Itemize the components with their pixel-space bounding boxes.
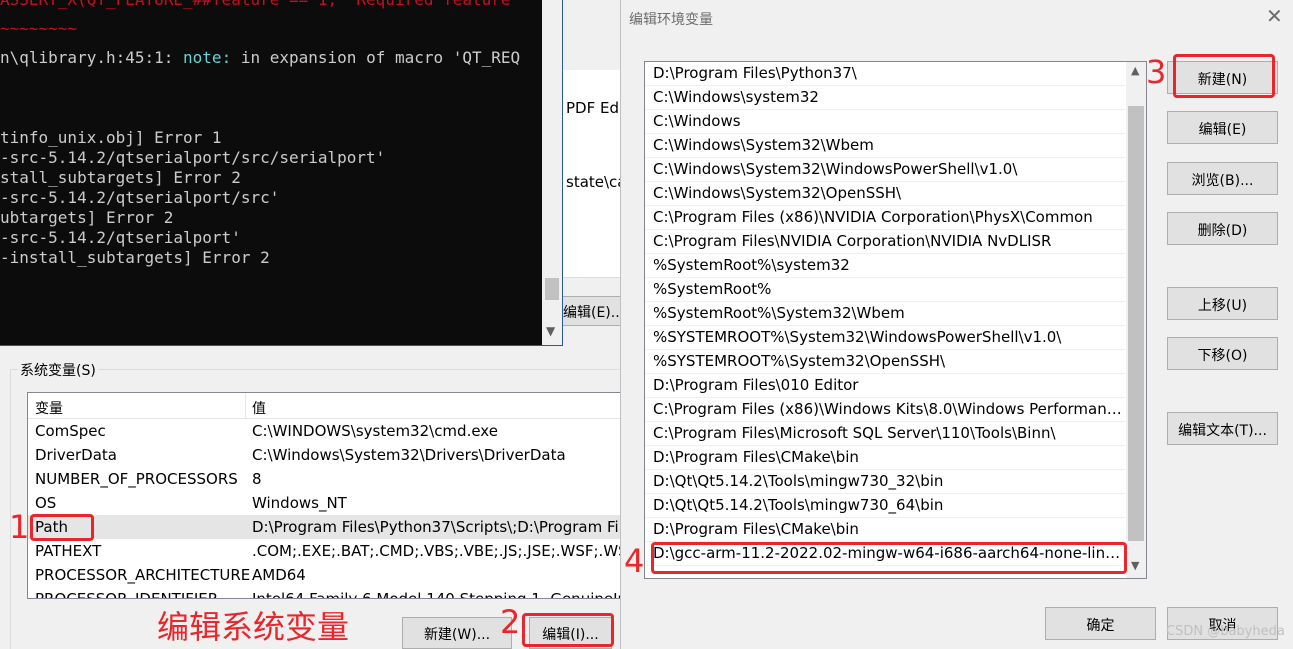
scroll-down-icon[interactable]: ▼ xyxy=(546,324,555,338)
variable-value: Intel64 Family 6 Model 140 Stepping 1, G… xyxy=(252,590,624,599)
list-item[interactable]: C:\Program Files (x86)\Windows Kits\8.0\… xyxy=(645,398,1126,422)
list-item[interactable]: C:\Windows xyxy=(645,110,1126,134)
move-down-button[interactable]: 下移(O) xyxy=(1167,337,1278,370)
list-item[interactable]: C:\Windows\System32\Wbem xyxy=(645,134,1126,158)
variable-value: C:\Windows\System32\Drivers\DriverData xyxy=(252,446,566,464)
list-item[interactable]: C:\Windows\System32\WindowsPowerShell\v1… xyxy=(645,158,1126,182)
list-item[interactable]: D:\Program Files\Python37\ xyxy=(645,62,1126,86)
console-line: -src-5.14.2/qtserialport/src/serialport' xyxy=(0,148,386,167)
chevron-up-icon[interactable]: ▲ xyxy=(1131,64,1139,77)
variable-value: AMD64 xyxy=(252,566,306,584)
variable-name: ComSpec xyxy=(35,422,106,440)
list-item[interactable]: %SYSTEMROOT%\System32\OpenSSH\ xyxy=(645,350,1126,374)
edit-text-button[interactable]: 编辑文本(T)... xyxy=(1167,412,1278,445)
console-line: -install_subtargets] Error 2 xyxy=(0,248,270,267)
list-item[interactable]: D:\Program Files\CMake\bin xyxy=(645,446,1126,470)
table-row[interactable]: DriverData C:\Windows\System32\Drivers\D… xyxy=(28,443,623,467)
variable-value: D:\Program Files\Python37\Scripts\;D:\Pr… xyxy=(252,518,624,536)
variable-value: .COM;.EXE;.BAT;.CMD;.VBS;.VBE;.JS;.JSE;.… xyxy=(252,542,624,560)
close-icon[interactable]: ✕ xyxy=(1266,4,1283,28)
highlight-edit-button xyxy=(522,613,614,647)
variable-name: OS xyxy=(35,494,57,512)
console-window: ASSERT_X(QT_FEATURE_##feature == 1, "Req… xyxy=(0,0,563,346)
console-line: -src-5.14.2/qtserialport' xyxy=(0,228,241,247)
browse-button[interactable]: 浏览(B)... xyxy=(1167,162,1278,195)
list-item[interactable]: %SYSTEMROOT%\System32\WindowsPowerShell\… xyxy=(645,326,1126,350)
table-header: 变量 值 xyxy=(28,393,623,419)
scroll-thumb[interactable] xyxy=(1128,106,1144,541)
step-number-3: 3 xyxy=(1146,53,1167,91)
list-item[interactable]: D:\Qt\Qt5.14.2\Tools\mingw730_64\bin xyxy=(645,494,1126,518)
system-variables-label: 系统变量(S) xyxy=(18,360,98,380)
highlight-new-button xyxy=(1173,54,1275,98)
list-item[interactable]: %SystemRoot%\System32\Wbem xyxy=(645,302,1126,326)
annotation-caption: 编辑系统变量 xyxy=(157,608,350,646)
new-system-var-button[interactable]: 新建(W)... xyxy=(402,617,512,649)
list-item[interactable]: C:\Windows\System32\OpenSSH\ xyxy=(645,182,1126,206)
step-number-4: 4 xyxy=(624,542,645,580)
fragment-text: PDF Ed xyxy=(566,99,619,117)
list-item[interactable]: C:\Program Files\Microsoft SQL Server\11… xyxy=(645,422,1126,446)
path-entries-list[interactable]: D:\Program Files\Python37\ C:\Windows\sy… xyxy=(644,61,1147,579)
column-header-value[interactable]: 值 xyxy=(252,398,266,418)
list-item[interactable]: C:\Program Files\NVIDIA Corporation\NVID… xyxy=(645,230,1126,254)
step-number-2: 2 xyxy=(500,603,521,641)
console-line: ASSERT_X(QT_FEATURE_##feature == 1, "Req… xyxy=(0,0,511,9)
dialog-title: 编辑环境变量 xyxy=(629,12,713,28)
table-row[interactable]: NUMBER_OF_PROCESSORS 8 xyxy=(28,467,623,491)
system-variables-table[interactable]: 变量 值 ComSpec C:\WINDOWS\system32\cmd.exe… xyxy=(27,392,624,599)
console-line: ~~~~~~~~ xyxy=(0,19,78,38)
list-item[interactable]: D:\Qt\Qt5.14.2\Tools\mingw730_32\bin xyxy=(645,470,1126,494)
chevron-down-icon[interactable]: ▼ xyxy=(1131,559,1139,572)
list-item[interactable]: D:\Program Files\010 Editor xyxy=(645,374,1126,398)
table-row[interactable]: PATHEXT .COM;.EXE;.BAT;.CMD;.VBS;.VBE;.J… xyxy=(28,539,623,563)
console-line: ubtargets] Error 2 xyxy=(0,208,174,227)
list-item[interactable]: C:\Program Files (x86)\NVIDIA Corporatio… xyxy=(645,206,1126,230)
console-line-note: n\qlibrary.h:45:1: note: in expansion of… xyxy=(0,48,521,67)
column-header-variable[interactable]: 变量 xyxy=(35,398,63,418)
variable-value: Windows_NT xyxy=(252,494,347,512)
move-up-button[interactable]: 上移(U) xyxy=(1167,287,1278,320)
console-line: stall_subtargets] Error 2 xyxy=(0,168,241,187)
list-scrollbar[interactable]: ▲ ▼ xyxy=(1126,62,1146,578)
ok-button[interactable]: 确定 xyxy=(1045,607,1156,640)
console-line: tinfo_unix.obj] Error 1 xyxy=(0,128,222,147)
table-row[interactable]: PROCESSOR_ARCHITECTURE AMD64 xyxy=(28,563,623,587)
list-item[interactable]: D:\Program Files\CMake\bin xyxy=(645,518,1126,542)
console-line: -src-5.14.2/qtserialport/src' xyxy=(0,188,280,207)
variable-name: PROCESSOR_IDENTIFIER xyxy=(35,590,219,599)
watermark: CSDN @babyheda xyxy=(1166,624,1285,639)
variable-value: 8 xyxy=(252,470,262,488)
variable-name: DriverData xyxy=(35,446,117,464)
list-item[interactable]: C:\Windows\system32 xyxy=(645,86,1126,110)
user-edit-button[interactable]: 编辑(E)... xyxy=(556,296,620,326)
table-row[interactable]: PROCESSOR_IDENTIFIER Intel64 Family 6 Mo… xyxy=(28,587,624,599)
table-row-path[interactable]: Path D:\Program Files\Python37\Scripts\;… xyxy=(28,515,623,539)
list-item[interactable]: %SystemRoot%\system32 xyxy=(645,254,1126,278)
variable-name: PROCESSOR_ARCHITECTURE xyxy=(35,566,251,584)
console-scrollbar[interactable]: ▼ xyxy=(542,0,562,345)
scroll-thumb[interactable] xyxy=(545,278,559,300)
list-item[interactable]: %SystemRoot% xyxy=(645,278,1126,302)
table-row[interactable]: OS Windows_NT xyxy=(28,491,623,515)
variable-name: PATHEXT xyxy=(35,542,102,560)
variable-value: C:\WINDOWS\system32\cmd.exe xyxy=(252,422,498,440)
highlight-new-entry xyxy=(651,542,1127,574)
fragment-text: state\ca xyxy=(566,173,627,191)
delete-button[interactable]: 删除(D) xyxy=(1167,212,1278,245)
variable-name: NUMBER_OF_PROCESSORS xyxy=(35,470,238,488)
table-row[interactable]: ComSpec C:\WINDOWS\system32\cmd.exe xyxy=(28,419,623,443)
edit-button[interactable]: 编辑(E) xyxy=(1167,111,1278,144)
highlight-path-row xyxy=(30,514,94,541)
step-number-1: 1 xyxy=(9,508,30,546)
